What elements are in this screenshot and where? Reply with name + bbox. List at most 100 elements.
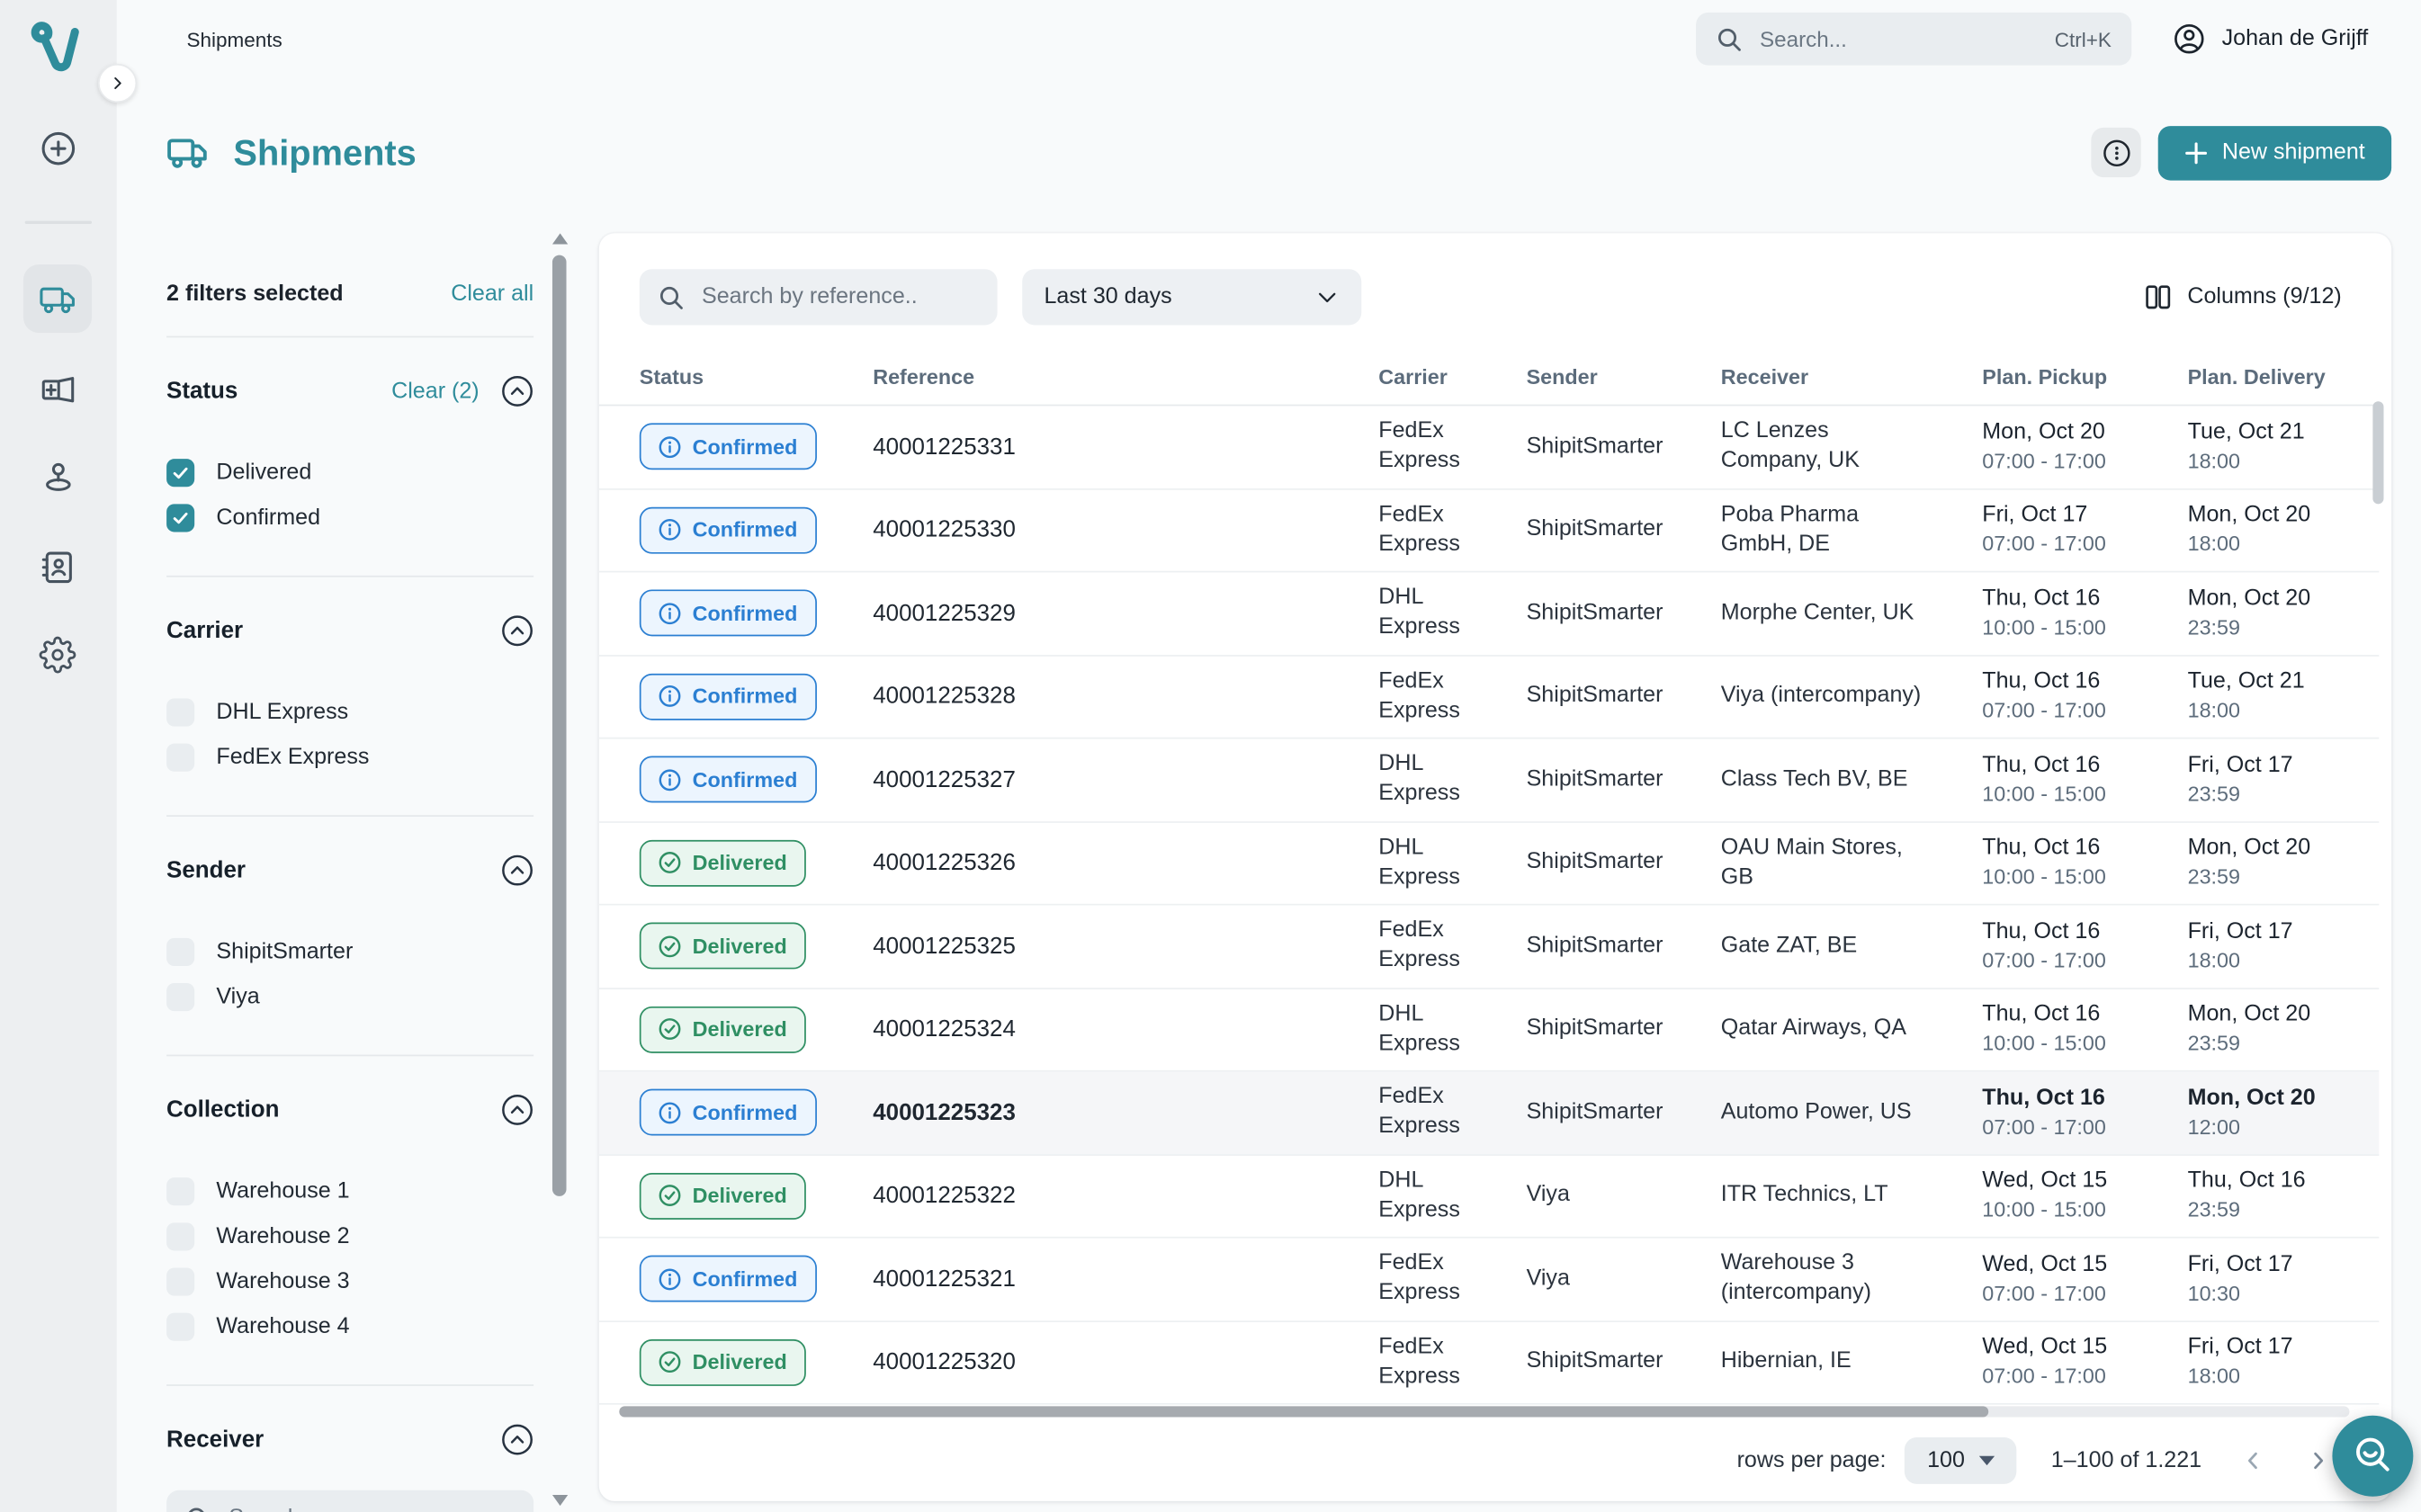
scrollbar-thumb[interactable]	[619, 1406, 1988, 1417]
status-badge: Confirmed	[640, 506, 816, 553]
carrier-cell: FedEx Express	[1378, 1333, 1526, 1392]
reference-cell: 40001225328	[873, 684, 1378, 710]
scroll-up-arrow-icon[interactable]	[552, 233, 568, 244]
table-row[interactable]: Confirmed 40001225321 FedEx Express Viya…	[599, 1239, 2379, 1322]
page-options-button[interactable]	[2092, 128, 2141, 177]
scrollbar-thumb[interactable]	[552, 255, 567, 1196]
table-row[interactable]: Delivered 40001225322 DHL Express Viya I…	[599, 1155, 2379, 1239]
carrier-cell: FedEx Express	[1378, 1083, 1526, 1142]
user-menu[interactable]: Johan de Grijff	[2172, 22, 2390, 56]
checkbox[interactable]	[166, 983, 194, 1011]
filter-option[interactable]: DHL Express	[166, 699, 534, 727]
truck-icon	[166, 130, 210, 174]
filter-panel-scrollbar[interactable]	[552, 230, 568, 1512]
table-row[interactable]: Delivered 40001225324 DHL Express Shipit…	[599, 989, 2379, 1072]
clear-all-filters-link[interactable]: Clear all	[451, 282, 534, 307]
sender-cell: ShipitSmarter	[1527, 598, 1721, 628]
filter-panel: 2 filters selected Clear all Status Clea…	[166, 241, 534, 1512]
column-header-plan-delivery[interactable]: Plan. Delivery	[2188, 365, 2380, 389]
sidebar-item-locations[interactable]	[23, 442, 92, 510]
sidebar-item-containers[interactable]	[23, 354, 92, 423]
global-search[interactable]: Ctrl+K	[1696, 13, 2131, 66]
checkbox[interactable]	[166, 1177, 194, 1205]
status-badge: Confirmed	[640, 424, 816, 470]
table-row[interactable]: Confirmed 40001225330 FedEx Express Ship…	[599, 489, 2379, 573]
plan-delivery-cell: Mon, Oct 20 12:00	[2188, 1084, 2380, 1141]
collapse-section-button[interactable]	[501, 854, 534, 886]
table-row[interactable]: Confirmed 40001225331 FedEx Express Ship…	[599, 406, 2379, 489]
table-row[interactable]: Delivered 40001225325 FedEx Express Ship…	[599, 906, 2379, 989]
support-search-fab[interactable]	[2332, 1416, 2413, 1497]
global-search-input[interactable]	[1757, 25, 2041, 53]
info-circle-icon	[659, 1101, 682, 1124]
plan-delivery-cell: Fri, Oct 17 18:00	[2188, 1334, 2380, 1391]
rows-per-page-select[interactable]: 100	[1905, 1437, 2017, 1484]
page-header: Shipments New shipment	[166, 118, 2391, 186]
filter-option[interactable]: Warehouse 3	[166, 1267, 534, 1295]
table-row[interactable]: Delivered 40001225320 FedEx Express Ship…	[599, 1321, 2379, 1405]
checkbox[interactable]	[166, 459, 194, 487]
carrier-cell: FedEx Express	[1378, 667, 1526, 726]
delivery-date: Fri, Oct 17	[2188, 751, 2361, 781]
reference-search[interactable]	[640, 269, 998, 325]
column-header-reference[interactable]: Reference	[873, 365, 1378, 389]
next-page-button[interactable]	[2304, 1446, 2332, 1474]
viya-logo-icon	[26, 19, 88, 78]
divider	[166, 1055, 534, 1057]
checkbox[interactable]	[166, 504, 194, 532]
table-row[interactable]: Delivered 40001225326 DHL Express Shipit…	[599, 822, 2379, 906]
checkbox[interactable]	[166, 744, 194, 772]
collapse-section-button[interactable]	[501, 375, 534, 407]
table-row[interactable]: Confirmed 40001225323 FedEx Express Ship…	[599, 1072, 2379, 1156]
column-header-sender[interactable]: Sender	[1527, 365, 1721, 389]
clear-status-filter-link[interactable]: Clear (2)	[391, 379, 480, 404]
check-circle-icon	[659, 935, 682, 958]
collapse-section-button[interactable]	[501, 1094, 534, 1126]
triangle-down-icon	[1979, 1456, 1995, 1465]
table-horizontal-scrollbar[interactable]	[619, 1406, 2349, 1417]
date-range-select[interactable]: Last 30 days	[1022, 269, 1361, 325]
scroll-down-arrow-icon[interactable]	[552, 1495, 568, 1506]
filter-option[interactable]: Confirmed	[166, 504, 534, 532]
table-vertical-scrollbar[interactable]	[2372, 401, 2383, 504]
plan-delivery-cell: Tue, Oct 21 18:00	[2188, 667, 2380, 725]
column-header-plan-pickup[interactable]: Plan. Pickup	[1982, 365, 2187, 389]
expand-sidebar-button[interactable]	[98, 64, 137, 103]
collapse-section-button[interactable]	[501, 1423, 534, 1455]
filter-option[interactable]: Delivered	[166, 459, 534, 487]
delivery-time: 18:00	[2188, 947, 2361, 975]
new-shipment-button[interactable]: New shipment	[2158, 125, 2391, 180]
checkbox[interactable]	[166, 699, 194, 727]
column-header-carrier[interactable]: Carrier	[1378, 365, 1526, 389]
table-row[interactable]: Confirmed 40001225328 FedEx Express Ship…	[599, 656, 2379, 739]
sidebar-item-address-book[interactable]	[23, 532, 92, 600]
collapse-section-button[interactable]	[501, 614, 534, 647]
sidebar-item-shipments[interactable]	[23, 264, 92, 333]
sidebar-item-settings[interactable]	[23, 621, 92, 689]
filter-option[interactable]: Warehouse 2	[166, 1222, 534, 1250]
receiver-search-input[interactable]	[226, 1504, 516, 1512]
filter-option[interactable]: ShipitSmarter	[166, 938, 534, 966]
column-header-receiver[interactable]: Receiver	[1721, 365, 1983, 389]
sidebar-item-create-new[interactable]	[23, 113, 92, 182]
column-header-status[interactable]: Status	[640, 365, 873, 389]
checkbox[interactable]	[166, 938, 194, 966]
checkbox[interactable]	[166, 1313, 194, 1341]
checkbox[interactable]	[166, 1267, 194, 1295]
receiver-search[interactable]	[166, 1490, 534, 1512]
delivery-time: 10:30	[2188, 1280, 2361, 1308]
filter-option[interactable]: Warehouse 1	[166, 1177, 534, 1205]
filter-option[interactable]: Viya	[166, 983, 534, 1011]
columns-button[interactable]: Columns (9/12)	[2135, 282, 2352, 313]
table-row[interactable]: Confirmed 40001225327 DHL Express Shipit…	[599, 738, 2379, 822]
status-badge-label: Delivered	[693, 935, 787, 958]
pickup-time: 10:00 - 15:00	[1982, 1030, 2169, 1058]
previous-page-button[interactable]	[2239, 1446, 2267, 1474]
reference-search-input[interactable]	[699, 283, 979, 311]
checkbox[interactable]	[166, 1222, 194, 1250]
table-row[interactable]: Confirmed 40001225329 DHL Express Shipit…	[599, 572, 2379, 656]
filter-option[interactable]: FedEx Express	[166, 744, 534, 772]
filter-option[interactable]: Warehouse 4	[166, 1313, 534, 1341]
plan-delivery-cell: Fri, Oct 17 18:00	[2188, 917, 2380, 975]
rows-per-page-label: rows per page:	[1737, 1448, 1887, 1473]
